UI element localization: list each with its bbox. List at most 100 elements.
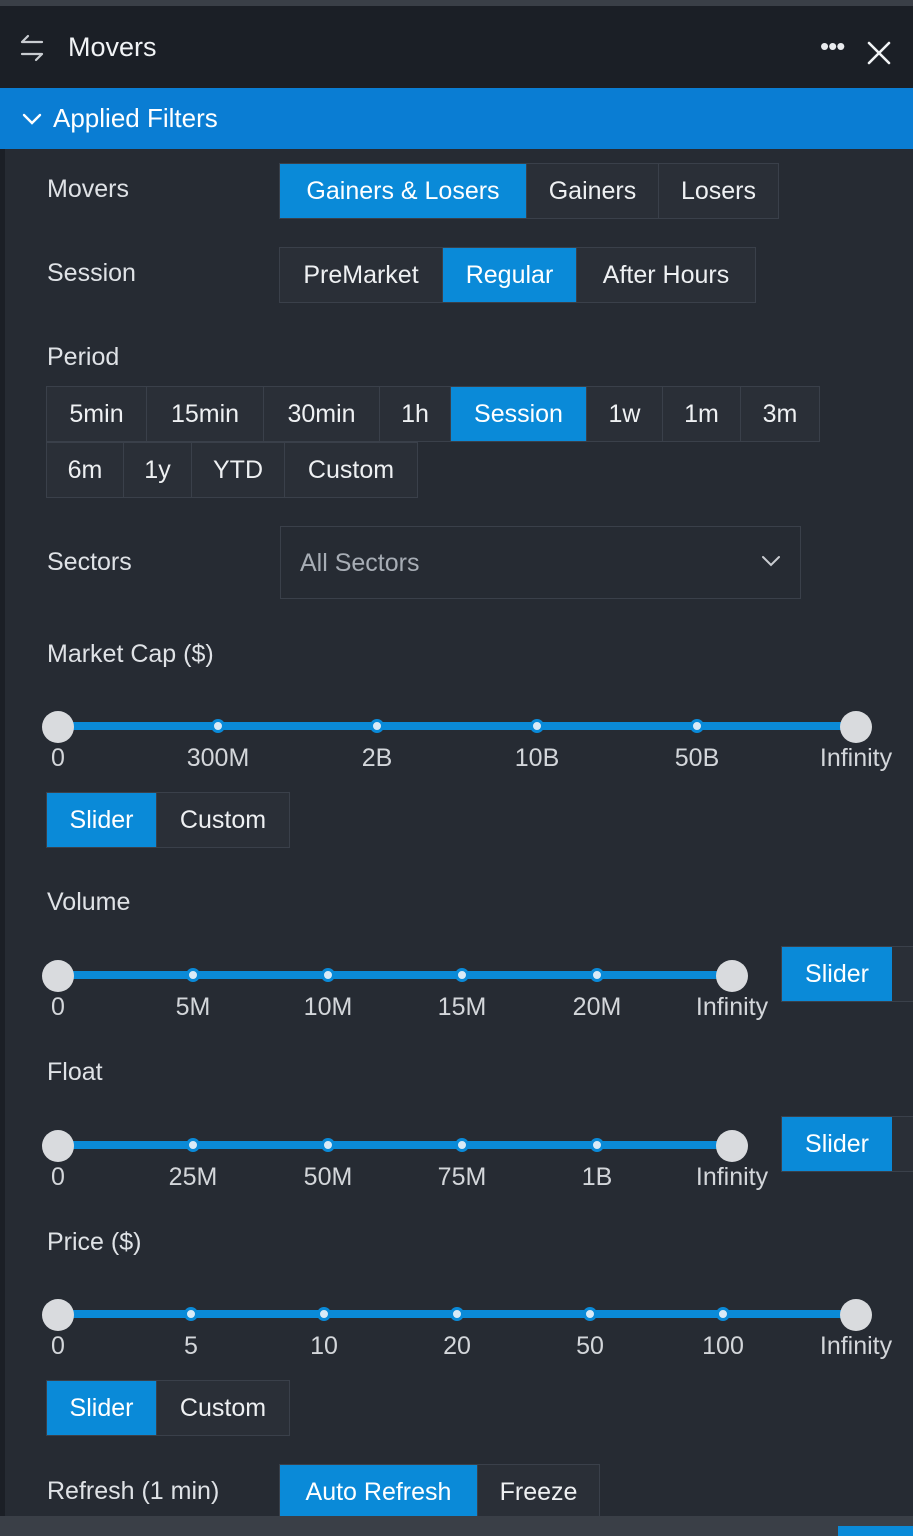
slider-tick <box>450 1307 464 1321</box>
chevron-down-icon <box>22 113 42 125</box>
price-mode-control: Slider Custom <box>46 1380 290 1436</box>
session-option-regular[interactable]: Regular <box>443 248 577 302</box>
session-option-after-hours[interactable]: After Hours <box>577 248 755 302</box>
panel-title: Movers <box>68 32 157 62</box>
slider-tick-label: 10B <box>514 744 560 772</box>
slider-tick-label: Infinity <box>819 744 893 772</box>
float-mode-slider[interactable]: Slider <box>782 1117 892 1171</box>
slider-track <box>58 971 732 979</box>
bottom-scrollbar[interactable] <box>0 1516 913 1536</box>
float-slider[interactable]: 0 25M 50M 75M 1B Infinity <box>42 1130 788 1191</box>
swap-arrows-icon[interactable] <box>16 32 48 64</box>
slider-tick <box>590 968 604 982</box>
slider-handle-max[interactable] <box>840 1299 872 1331</box>
slider-tick-label: 50 <box>576 1332 604 1360</box>
session-label: Session <box>47 259 136 287</box>
slider-tick <box>370 719 384 733</box>
period-option-30min[interactable]: 30min <box>264 387 380 441</box>
slider-tick-label: Infinity <box>695 993 769 1021</box>
period-option-1y[interactable]: 1y <box>124 443 192 497</box>
volume-slider[interactable]: 0 5M 10M 15M 20M Infinity <box>42 960 788 1021</box>
more-icon[interactable]: ••• <box>820 33 845 59</box>
slider-tick-label: 2B <box>361 744 393 772</box>
market-cap-mode-slider[interactable]: Slider <box>47 793 157 847</box>
slider-tick-label: 5M <box>175 993 211 1021</box>
slider-tick <box>455 1138 469 1152</box>
slider-tick-label: 20M <box>572 993 622 1021</box>
period-option-1h[interactable]: 1h <box>380 387 451 441</box>
market-cap-mode-custom[interactable]: Custom <box>157 793 289 847</box>
applied-filters-header[interactable]: Applied Filters <box>0 88 913 149</box>
market-cap-slider[interactable]: 0 300M 2B 10B 50B Infinity <box>42 711 898 772</box>
slider-tick-label: 25M <box>168 1163 218 1191</box>
applied-filters-label: Applied Filters <box>53 103 218 133</box>
slider-track <box>58 1141 732 1149</box>
slider-tick-label: 10M <box>303 993 353 1021</box>
refresh-label: Refresh (1 min) <box>47 1477 220 1505</box>
volume-mode-control: Slider <box>781 946 913 1002</box>
period-option-5min[interactable]: 5min <box>47 387 147 441</box>
period-option-1w[interactable]: 1w <box>587 387 663 441</box>
slider-tick <box>186 968 200 982</box>
float-mode-control: Slider <box>781 1116 913 1172</box>
session-option-premarket[interactable]: PreMarket <box>280 248 443 302</box>
price-label: Price ($) <box>47 1228 142 1256</box>
market-cap-mode-control: Slider Custom <box>46 792 290 848</box>
close-icon[interactable] <box>866 40 892 66</box>
period-option-session[interactable]: Session <box>451 387 587 441</box>
refresh-option-auto[interactable]: Auto Refresh <box>280 1465 478 1519</box>
period-option-6m[interactable]: 6m <box>47 443 124 497</box>
sectors-label: Sectors <box>47 548 132 576</box>
sectors-dropdown[interactable]: All Sectors <box>280 526 801 599</box>
slider-tick <box>321 1138 335 1152</box>
chevron-down-icon <box>762 556 780 567</box>
slider-handle-max[interactable] <box>840 711 872 743</box>
slider-tick <box>184 1307 198 1321</box>
slider-tick <box>530 719 544 733</box>
sectors-dropdown-value: All Sectors <box>300 549 420 577</box>
price-mode-custom[interactable]: Custom <box>157 1381 289 1435</box>
slider-tick-label: 50B <box>674 744 720 772</box>
movers-segmented-control: Gainers & Losers Gainers Losers <box>279 163 779 219</box>
slider-tick-label: 1B <box>581 1163 613 1191</box>
price-slider[interactable]: 0 5 10 20 50 100 Infinity <box>42 1299 898 1360</box>
volume-mode-slider[interactable]: Slider <box>782 947 892 1001</box>
slider-tick-label: 300M <box>186 744 250 772</box>
period-option-custom[interactable]: Custom <box>285 443 417 497</box>
period-option-ytd[interactable]: YTD <box>192 443 285 497</box>
slider-handle-min[interactable] <box>42 1299 74 1331</box>
slider-handle-min[interactable] <box>42 960 74 992</box>
slider-tick-label: 0 <box>51 993 65 1021</box>
period-option-15min[interactable]: 15min <box>147 387 264 441</box>
slider-handle-min[interactable] <box>42 711 74 743</box>
refresh-option-freeze[interactable]: Freeze <box>478 1465 599 1519</box>
slider-tick-label: 15M <box>437 993 487 1021</box>
period-option-3m[interactable]: 3m <box>741 387 819 441</box>
panel-left-edge <box>0 149 5 1536</box>
volume-label: Volume <box>47 888 131 916</box>
movers-option-gainers-losers[interactable]: Gainers & Losers <box>280 164 527 218</box>
slider-tick <box>716 1307 730 1321</box>
period-segmented-row-1: 5min 15min 30min 1h Session 1w 1m 3m <box>46 386 820 442</box>
slider-tick <box>211 719 225 733</box>
slider-tick-label: 5 <box>184 1332 198 1360</box>
slider-tick-label: 0 <box>51 1163 65 1191</box>
slider-handle-max[interactable] <box>716 1130 748 1162</box>
slider-tick-label: 0 <box>51 744 65 772</box>
slider-tick-label: 20 <box>443 1332 471 1360</box>
price-mode-slider[interactable]: Slider <box>47 1381 157 1435</box>
slider-tick-label: 0 <box>51 1332 65 1360</box>
movers-option-losers[interactable]: Losers <box>659 164 778 218</box>
slider-tick <box>590 1138 604 1152</box>
period-segmented-row-2: 6m 1y YTD Custom <box>46 442 418 498</box>
period-option-1m[interactable]: 1m <box>663 387 741 441</box>
slider-tick <box>455 968 469 982</box>
movers-option-gainers[interactable]: Gainers <box>527 164 659 218</box>
period-label: Period <box>47 343 120 371</box>
movers-label: Movers <box>47 175 129 203</box>
slider-tick-label: Infinity <box>695 1163 769 1191</box>
float-label: Float <box>47 1058 103 1086</box>
slider-tick <box>317 1307 331 1321</box>
slider-handle-min[interactable] <box>42 1130 74 1162</box>
slider-handle-max[interactable] <box>716 960 748 992</box>
